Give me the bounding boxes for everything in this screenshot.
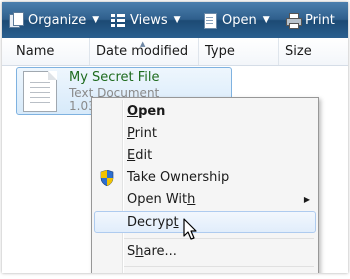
menu-item-label: Edit xyxy=(127,148,153,163)
open-button[interactable]: Open ▼ xyxy=(202,2,270,38)
organize-icon xyxy=(8,12,24,28)
menu-item-label: Take Ownership xyxy=(127,170,230,185)
menu-separator xyxy=(124,266,314,267)
column-header-row: Name Date modified Type Size xyxy=(2,38,348,66)
menu-item-share[interactable]: Share... xyxy=(94,241,316,263)
file-name: My Secret File xyxy=(69,70,160,85)
print-button[interactable]: Print xyxy=(285,2,335,38)
organize-button[interactable]: Organize ▼ xyxy=(8,2,99,38)
menu-item-edit[interactable]: Edit xyxy=(94,145,316,167)
printer-icon xyxy=(285,12,302,29)
submenu-arrow-icon: ▶ xyxy=(303,195,310,204)
views-label: Views xyxy=(130,12,168,28)
views-button[interactable]: Views ▼ xyxy=(110,2,181,38)
column-header-name[interactable]: Name xyxy=(10,38,90,65)
menu-item-take-ownership[interactable]: Take Ownership xyxy=(94,167,316,189)
command-bar: Organize ▼ Views ▼ Open ▼ Print xyxy=(2,2,348,38)
print-label: Print xyxy=(305,12,335,28)
organize-label: Organize xyxy=(28,12,87,28)
menu-item-open-with[interactable]: Open With ▶ xyxy=(94,189,316,211)
menu-item-label: Open With xyxy=(127,192,196,207)
text-document-icon xyxy=(23,71,57,112)
menu-separator xyxy=(124,238,314,239)
explorer-window: Organize ▼ Views ▼ Open ▼ Print Name Dat… xyxy=(2,2,348,273)
open-label: Open xyxy=(222,12,257,28)
column-header-type[interactable]: Type xyxy=(199,38,279,65)
menu-item-label: Print xyxy=(127,126,157,141)
views-icon xyxy=(110,12,126,28)
column-header-size[interactable]: Size xyxy=(279,38,348,65)
menu-item-label: Open xyxy=(127,104,166,119)
menu-item-decrypt[interactable]: Decrypt xyxy=(94,211,316,233)
menu-item-label: Share... xyxy=(127,244,177,259)
document-icon xyxy=(202,12,218,29)
chevron-down-icon: ▼ xyxy=(173,15,181,25)
menu-item-print[interactable]: Print xyxy=(94,123,316,145)
uac-shield-icon xyxy=(100,170,114,186)
menu-item-open[interactable]: Open xyxy=(94,101,316,123)
sort-indicator-icon: ▲ xyxy=(140,40,146,48)
chevron-down-icon: ▼ xyxy=(92,15,100,25)
chevron-down-icon: ▼ xyxy=(262,15,270,25)
menu-item-label: Decrypt xyxy=(127,215,179,230)
mouse-pointer-icon xyxy=(183,218,197,240)
context-menu: Open Print Edit Take Ownership Open With… xyxy=(91,97,319,273)
